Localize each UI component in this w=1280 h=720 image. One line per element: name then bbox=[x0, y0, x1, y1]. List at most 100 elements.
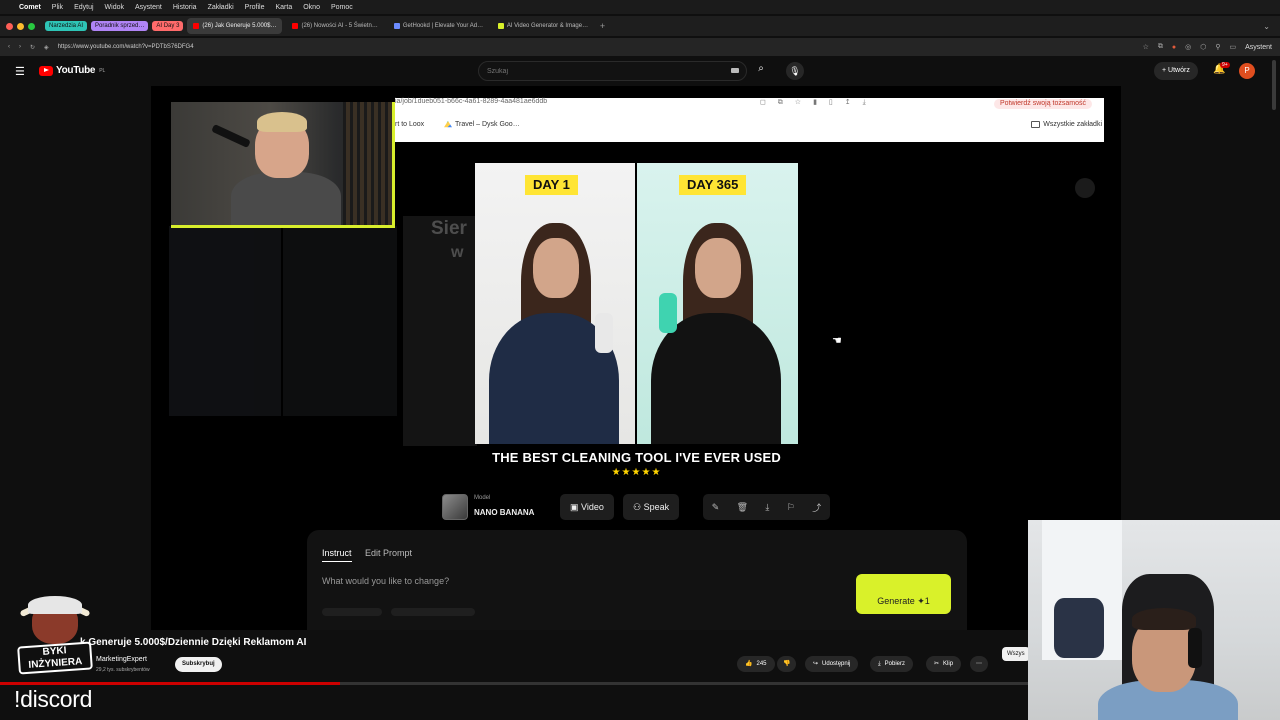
menu-item-plik[interactable]: Plik bbox=[52, 4, 63, 11]
minimize-window-button[interactable] bbox=[17, 22, 24, 30]
inner-bookmarks-bar: rt to Loox Travel – Dysk Goo… Wszystkie … bbox=[395, 118, 1104, 132]
menu-item-profile[interactable]: Profile bbox=[245, 4, 265, 11]
discord-command-text: !discord bbox=[14, 686, 93, 712]
menu-item-historia[interactable]: Historia bbox=[173, 4, 197, 11]
day365-label: DAY 365 bbox=[679, 175, 747, 195]
youtube-logo[interactable]: YouTube PL bbox=[39, 65, 105, 76]
download-button[interactable]: ⤓ Pobierz bbox=[870, 656, 913, 672]
url-field[interactable]: https://www.youtube.com/watch?v=PDTbS76D… bbox=[58, 44, 194, 50]
video-progress-bar[interactable] bbox=[0, 682, 1030, 685]
day1-label: DAY 1 bbox=[525, 175, 578, 195]
google-drive-icon bbox=[444, 121, 452, 128]
tab-group-narzedzia[interactable]: Narzedzia AI bbox=[45, 21, 88, 31]
trash-icon: 🗑 bbox=[736, 501, 749, 512]
clip-label: Klip bbox=[943, 661, 954, 667]
back-icon[interactable]: ‹ bbox=[8, 44, 10, 50]
user-avatar[interactable]: P bbox=[1239, 63, 1255, 79]
generator-favicon-icon bbox=[497, 23, 504, 29]
day365-panel: DAY 365 bbox=[637, 163, 798, 444]
more-dots-icon: ⋯ bbox=[976, 661, 982, 667]
generate-label: Generate bbox=[877, 596, 915, 606]
zoom-window-button[interactable] bbox=[28, 22, 35, 30]
menu-item-widok[interactable]: Widok bbox=[105, 4, 124, 11]
youtube-wordmark: YouTube bbox=[56, 65, 96, 76]
inner-verify-identity: Potwierdź swoją tożsamość bbox=[994, 99, 1092, 109]
extension-icon[interactable]: ◎ bbox=[1185, 43, 1191, 51]
bookmark-star-icon[interactable]: ☆ bbox=[1143, 43, 1149, 51]
inner-bookmark-travel-label: Travel – Dysk Goo… bbox=[455, 121, 520, 128]
close-window-button[interactable] bbox=[6, 22, 13, 30]
share-label: Udostępnij bbox=[822, 661, 851, 667]
tab-list-chevron-icon[interactable]: ⌄ bbox=[1263, 22, 1270, 31]
youtube-header: ☰ YouTube PL ⌕ 🎙 + Utwórz 🔔 9+ P bbox=[0, 58, 1280, 84]
thumb-up-icon: 👍 bbox=[745, 661, 753, 667]
menu-item-edytuj[interactable]: Edytuj bbox=[74, 4, 93, 11]
ghost-text: w bbox=[451, 244, 464, 261]
progress-fill bbox=[0, 682, 340, 685]
menu-item-zakladki[interactable]: Zakładki bbox=[208, 4, 234, 11]
prompt-editor: Instruct Edit Prompt What would you like… bbox=[307, 530, 967, 630]
sidebar-icon[interactable]: ▭ bbox=[1230, 43, 1237, 51]
tab-youtube-nowosci[interactable]: (26) Nowości AI - 5 Świetn… bbox=[286, 18, 383, 34]
video-player[interactable]: ia/job/1dueb051-b66c-4a61-8289-4aa481ae6… bbox=[151, 86, 1121, 630]
menu-item-pomoc[interactable]: Pomoc bbox=[331, 4, 353, 11]
microphone-icon[interactable]: 🎙 bbox=[786, 62, 804, 80]
menu-app-name[interactable]: Comet bbox=[19, 4, 41, 11]
notification-count-badge: 9+ bbox=[1220, 62, 1230, 68]
page-scrollbar[interactable] bbox=[1272, 60, 1276, 110]
subscribe-button[interactable]: Subskrybuj bbox=[175, 657, 222, 672]
tab-gethookd[interactable]: GetHookd | Elevate Your Ad… bbox=[388, 18, 488, 34]
bookmark-icon: ⚐ bbox=[786, 501, 795, 512]
dislike-button[interactable]: 👎 bbox=[777, 656, 797, 672]
extension-icon[interactable]: ⬡ bbox=[1200, 43, 1206, 51]
image-action-icons: ✎ 🗑 ⤓ ⚐ ⤴ bbox=[703, 494, 830, 520]
hamburger-menu-icon[interactable]: ☰ bbox=[15, 65, 25, 78]
mac-menu-bar: Comet Plik Edytuj Widok Asystent Histori… bbox=[0, 0, 1280, 14]
share-arrow-icon: ↪ bbox=[813, 661, 819, 667]
video-button: ▣ Video bbox=[560, 494, 614, 520]
create-button[interactable]: + Utwórz bbox=[1154, 62, 1198, 80]
tab-instruct: Instruct bbox=[322, 548, 352, 562]
model-caption: Model bbox=[474, 495, 491, 501]
video-button-label: Video bbox=[581, 502, 604, 512]
extension-icon[interactable]: ⧉ bbox=[1158, 43, 1163, 51]
tab-group-poradnik[interactable]: Poradnik sprzed… bbox=[91, 21, 149, 31]
keyboard-icon[interactable] bbox=[731, 68, 739, 73]
shield-icon[interactable]: ◈ bbox=[44, 44, 49, 51]
ghost-text: Sier bbox=[431, 218, 467, 239]
scissors-icon: ✂ bbox=[934, 661, 940, 667]
tab-strip: Narzedzia AI Poradnik sprzed… AI Day 3 (… bbox=[0, 16, 1280, 36]
like-count: 245 bbox=[756, 661, 767, 667]
generate-cost: 1 bbox=[924, 596, 930, 606]
tab-label: GetHookd | Elevate Your Ad… bbox=[402, 23, 484, 29]
search-icon[interactable]: ⌕ bbox=[751, 63, 771, 79]
channel-name[interactable]: MarketingExpert bbox=[96, 656, 147, 663]
extension-red-icon[interactable]: ● bbox=[1172, 44, 1176, 51]
address-bar-tools: ☆ ⧉ ● ◎ ⬡ ⚲ ▭ Asystent bbox=[1143, 43, 1272, 51]
thumb-down-icon: 👎 bbox=[783, 661, 791, 667]
reload-icon[interactable]: ↻ bbox=[30, 44, 35, 51]
extension-icon[interactable]: ⚲ bbox=[1215, 43, 1220, 51]
share-button[interactable]: ↪ Udostępnij bbox=[805, 656, 859, 672]
more-actions-button[interactable]: ⋯ bbox=[970, 656, 988, 672]
subscriber-count: 29,2 tys. subskrybentów bbox=[96, 667, 150, 673]
new-tab-button[interactable]: + bbox=[600, 21, 605, 31]
rating-stars: ★★★★★ bbox=[611, 467, 662, 478]
filter-chip-all[interactable]: Wszys bbox=[1002, 647, 1030, 661]
like-button[interactable]: 👍 245 bbox=[737, 656, 775, 672]
menu-item-karta[interactable]: Karta bbox=[276, 4, 293, 11]
generated-ad-image: DAY 1 DAY 365 bbox=[475, 163, 798, 444]
forward-icon[interactable]: › bbox=[19, 44, 21, 50]
clip-button[interactable]: ✂ Klip bbox=[926, 656, 962, 672]
generate-button: Generate ✦1 bbox=[856, 574, 951, 614]
menu-item-okno[interactable]: Okno bbox=[303, 4, 320, 11]
search-input[interactable] bbox=[478, 61, 747, 81]
tab-ai-video-generator[interactable]: AI Video Generator & Image… bbox=[492, 18, 592, 34]
tab-group-ai-day[interactable]: AI Day 3 bbox=[152, 21, 184, 31]
assistant-button[interactable]: Asystent bbox=[1245, 44, 1272, 51]
tab-label: (26) Jak Generuje 5.000$… bbox=[202, 23, 277, 29]
mouse-cursor-icon: ☚ bbox=[832, 335, 842, 347]
menu-item-asystent[interactable]: Asystent bbox=[135, 4, 162, 11]
gethookd-favicon-icon bbox=[393, 23, 400, 29]
tab-youtube-active[interactable]: (26) Jak Generuje 5.000$… bbox=[187, 18, 283, 34]
